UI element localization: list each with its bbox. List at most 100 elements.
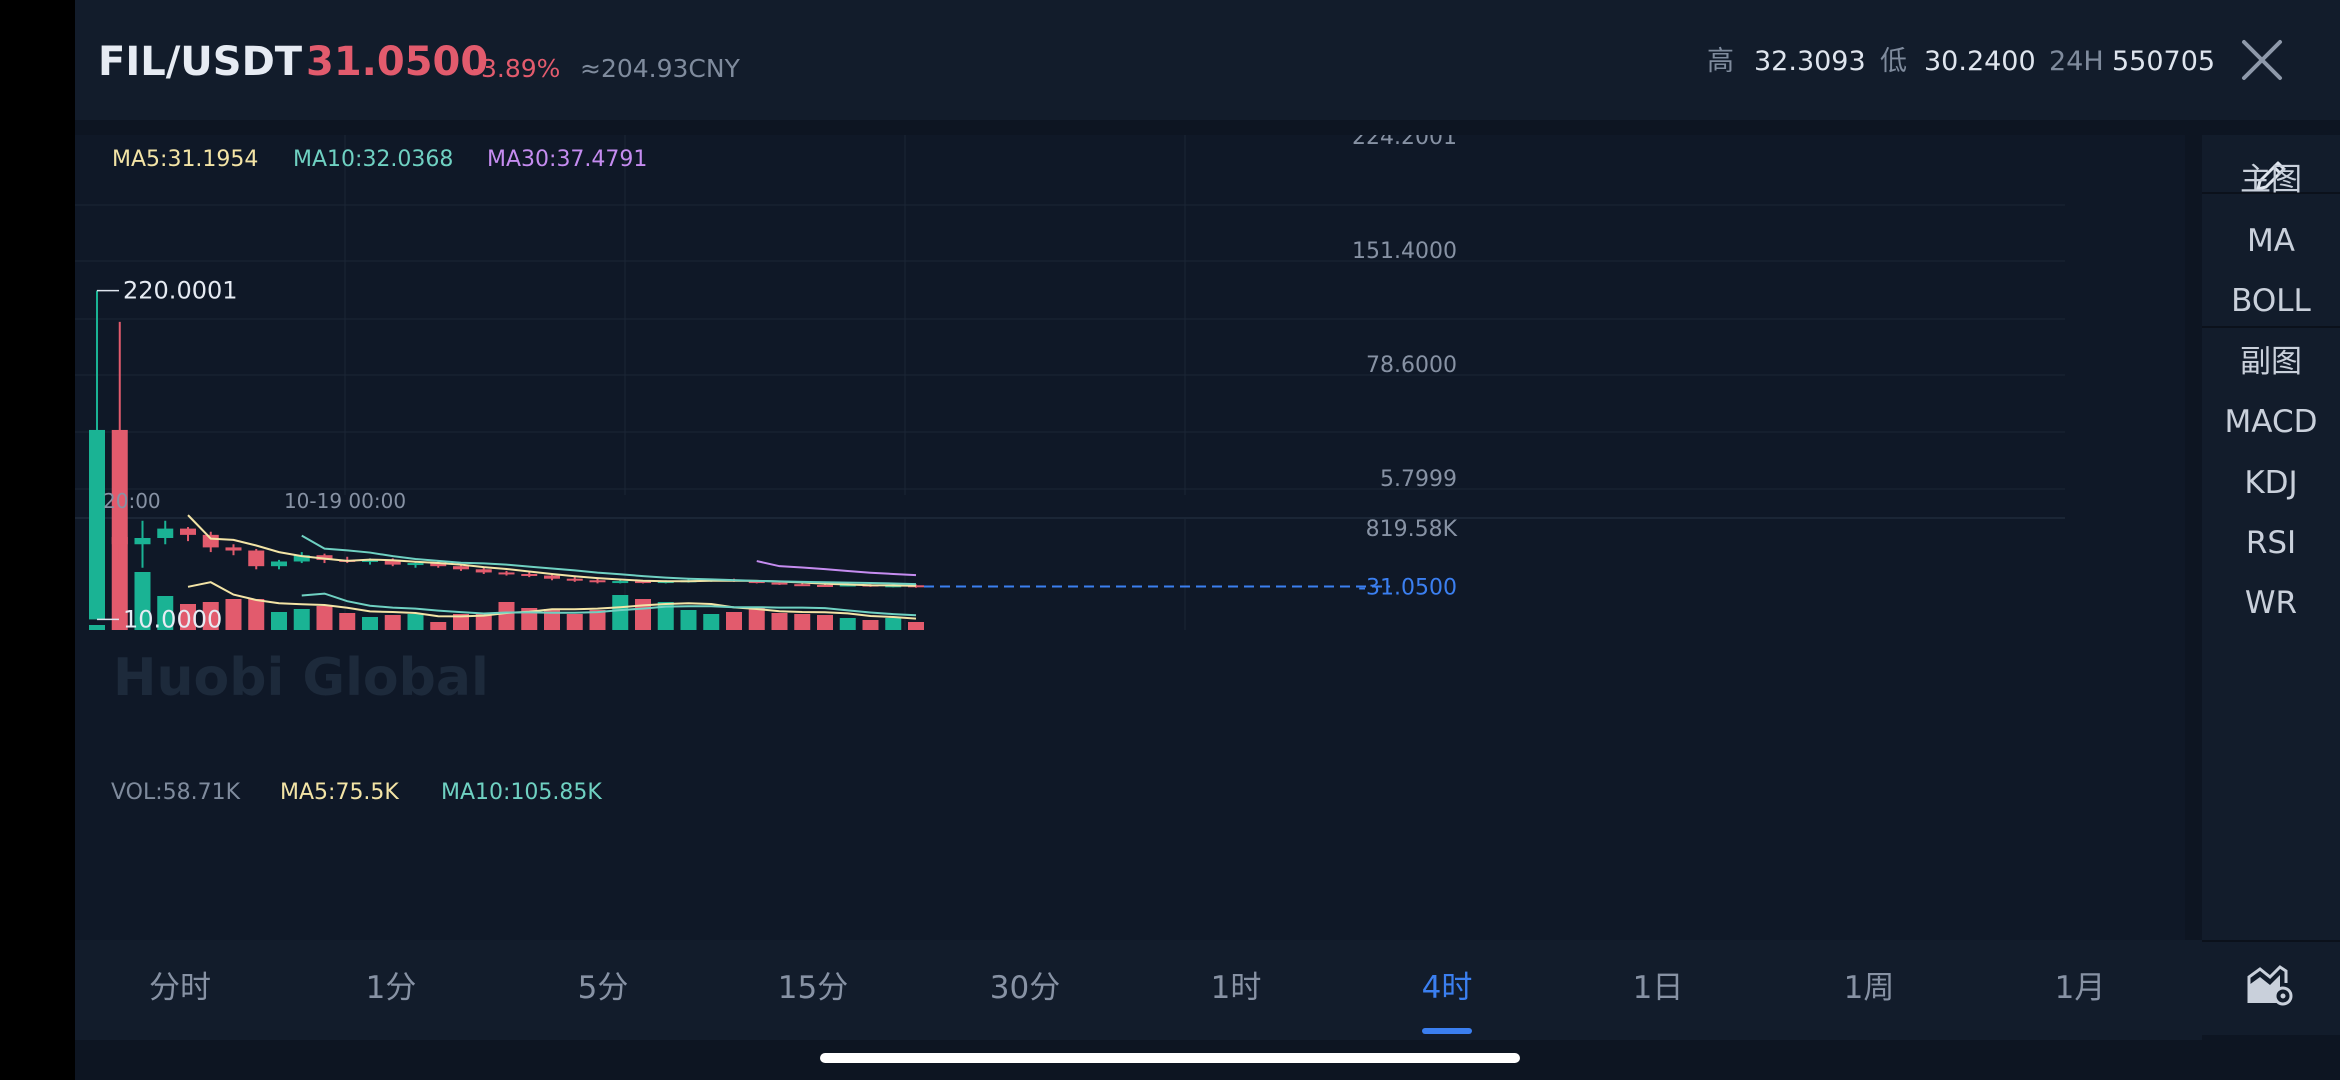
candle-body (544, 575, 560, 579)
candle-body (157, 528, 174, 538)
volume-bar (293, 609, 310, 630)
candle (248, 548, 265, 570)
timeframe-tab-5m[interactable]: 5分 (533, 973, 673, 1004)
indicator-sidebar: 主图 MA BOLL 副图 MACD KDJ RSI WR (2202, 135, 2340, 1035)
timeframe-tab-4h[interactable]: 4时 (1377, 973, 1517, 1004)
candle (521, 572, 538, 578)
candle (225, 544, 242, 556)
last-price: 31.0500 (306, 39, 489, 85)
sidebar-divider (2202, 326, 2340, 328)
volume-24h-value: 550705 (2112, 46, 2216, 77)
trading-pair[interactable]: FIL/USDT (98, 42, 302, 82)
price-change-percent: -3.89% (472, 54, 561, 83)
candle (271, 559, 287, 570)
candle (475, 567, 492, 575)
candle-body (612, 581, 629, 584)
candle-body (134, 537, 151, 545)
volume-bar (862, 620, 879, 630)
home-indicator[interactable] (820, 1053, 1520, 1063)
candle (202, 531, 219, 553)
candle (89, 290, 105, 620)
price-axis-tick: 5.7999 (1380, 467, 1457, 492)
volume-bar (612, 595, 629, 630)
timeframe-tab-1h[interactable]: 1时 (1166, 973, 1306, 1004)
candle (111, 321, 128, 560)
sidebar-item-main-chart[interactable]: 主图 (2202, 165, 2340, 196)
candle-body (498, 572, 515, 575)
sidebar-divider (2202, 940, 2340, 942)
sidebar-item-boll[interactable]: BOLL (2202, 286, 2340, 317)
candle-body (475, 569, 492, 573)
volume-bar (339, 613, 356, 630)
volume-bar (248, 599, 265, 630)
sidebar-item-rsi[interactable]: RSI (2202, 528, 2340, 559)
candle (794, 583, 811, 587)
volume-bar (89, 625, 105, 630)
volume-bar (771, 613, 788, 630)
current-price-line: -31.0500 (924, 575, 1457, 600)
volume-bar (566, 614, 583, 630)
volume-bar (726, 612, 742, 630)
price-axis-tick: 151.4000 (1352, 239, 1457, 264)
volume-bar (225, 599, 242, 630)
timeframe-tab-1w[interactable]: 1周 (1799, 973, 1939, 1004)
current-price-label: -31.0500 (1358, 575, 1457, 600)
volume-label: VOL:58.71K (111, 780, 241, 805)
volume-bar (407, 614, 424, 630)
candle (498, 570, 515, 576)
candle-body (521, 574, 538, 577)
sidebar-item-wr[interactable]: WR (2202, 588, 2340, 619)
sidebar-item-macd[interactable]: MACD (2202, 407, 2340, 438)
candle (134, 520, 151, 568)
candlesticks (89, 290, 924, 620)
volume-bar (839, 618, 856, 630)
candle-body (89, 429, 105, 620)
sidebar-item-ma[interactable]: MA (2202, 226, 2340, 257)
high-label: 高 (1707, 46, 1734, 77)
volume-ma5-label: MA5:75.5K (280, 780, 399, 805)
volume-bar (680, 610, 697, 630)
timeframe-tab-line[interactable]: 分时 (110, 973, 250, 1004)
candle (157, 520, 174, 545)
ma5-label: MA5:31.1954 (112, 147, 258, 172)
max-price-label: 220.0001 (123, 277, 238, 305)
volume-bar (498, 602, 515, 630)
timeframe-tab-30m[interactable]: 30分 (955, 973, 1095, 1004)
timeframe-tab-15m[interactable]: 15分 (743, 973, 883, 1004)
timeframe-tab-1d[interactable]: 1日 (1588, 973, 1728, 1004)
ma10-label: MA10:32.0368 (293, 147, 453, 172)
candle-body (771, 582, 788, 585)
kline-chart[interactable]: Huobi Global -31.0500 224.2001 151.4000 78… (75, 135, 2185, 940)
candle (566, 577, 583, 582)
volume-bar (384, 615, 401, 630)
low-value: 30.2400 (1924, 46, 2036, 77)
timeframe-tab-1mo[interactable]: 1月 (2010, 973, 2150, 1004)
ma30-line (756, 560, 917, 577)
active-timeframe-indicator (1422, 1028, 1472, 1034)
candle-body (225, 547, 242, 551)
high-value: 32.3093 (1754, 46, 1866, 77)
chart-settings-icon[interactable] (2246, 963, 2294, 1007)
timeframe-tab-1m[interactable]: 1分 (321, 973, 461, 1004)
volume-bar (794, 614, 811, 630)
close-icon[interactable] (2240, 38, 2284, 82)
candle (180, 527, 196, 542)
sidebar-item-kdj[interactable]: KDJ (2202, 468, 2340, 499)
volume-bar (316, 606, 333, 630)
price-axis-tick: 78.6000 (1366, 353, 1457, 378)
time-axis-tick: 10-19 00:00 (284, 489, 406, 513)
volume-bar (362, 617, 378, 630)
time-axis-tick: 20:00 (103, 489, 161, 513)
candle-body (202, 534, 219, 548)
candle-body (589, 580, 606, 583)
candle-body (180, 528, 196, 535)
volume-axis-max: 819.58K (1366, 517, 1458, 542)
candle-body (407, 563, 424, 566)
min-price-label: 10.0000 (123, 605, 222, 633)
volume-ma10-label: MA10:105.85K (441, 780, 602, 805)
sidebar-item-sub-chart[interactable]: 副图 (2202, 347, 2340, 378)
kline-chart-area[interactable]: Huobi Global -31.0500 224.2001 151.4000 78… (75, 135, 2185, 940)
volume-bar (908, 622, 924, 630)
candle-body (271, 561, 287, 567)
volume-bar (885, 618, 902, 630)
